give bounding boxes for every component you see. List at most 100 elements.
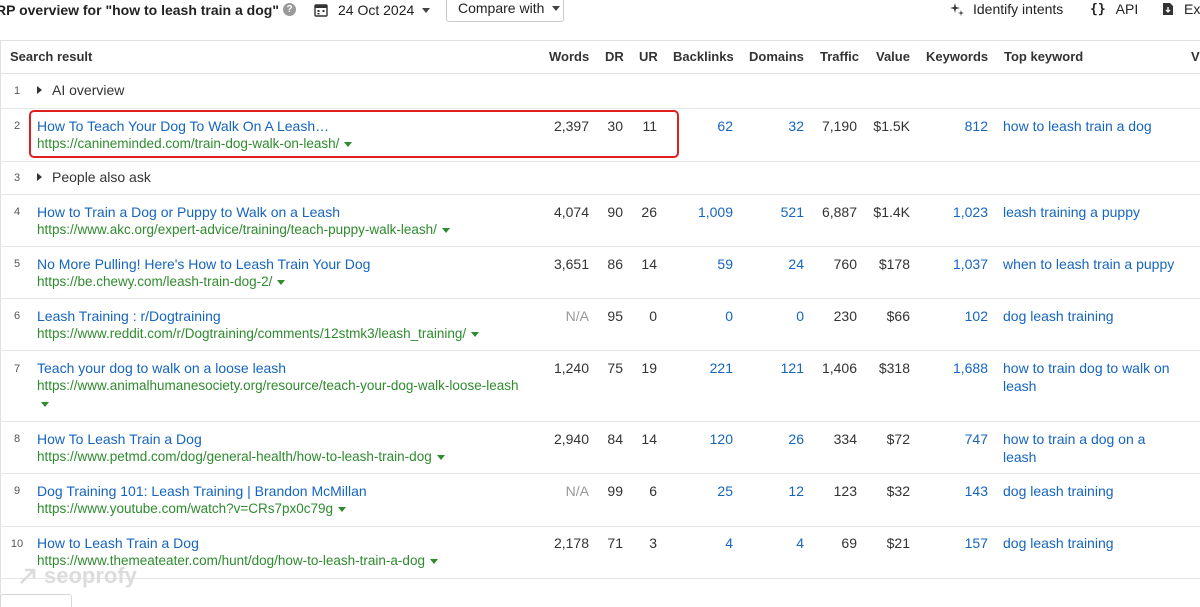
result-url-link[interactable]: https://www.reddit.com/r/Dogtraining/com… — [37, 325, 480, 343]
cell-words: N/A — [565, 308, 589, 324]
cell-keywords[interactable]: 747 — [965, 430, 988, 448]
cell-words: 2,940 — [553, 431, 589, 447]
chevron-down-icon[interactable] — [436, 454, 445, 460]
cell-dr: 95 — [607, 308, 623, 324]
help-icon[interactable]: ? — [283, 3, 296, 16]
divider — [0, 40, 1, 604]
cell-backlinks[interactable]: 4 — [725, 534, 733, 552]
expander-label: People also ask — [52, 169, 151, 185]
result-url-link[interactable]: https://www.animalhumanesociety.org/reso… — [37, 377, 537, 413]
cell-top-keyword[interactable]: dog leash training — [1003, 534, 1183, 552]
result-url-link[interactable]: https://www.petmd.com/dog/general-health… — [37, 448, 445, 466]
cell-value: $32 — [886, 483, 910, 499]
chevron-down-icon[interactable] — [277, 279, 286, 285]
cell-domains[interactable]: 12 — [788, 482, 804, 500]
cell-value: $66 — [886, 308, 910, 324]
header-backlinks[interactable]: Backlinks — [673, 49, 734, 64]
result-title-link[interactable]: How to Leash Train a Dog — [37, 534, 199, 552]
cell-traffic: 69 — [841, 535, 857, 551]
header-search-result[interactable]: Search result — [10, 49, 92, 64]
cell-keywords[interactable]: 1,688 — [953, 359, 988, 377]
cell-backlinks[interactable]: 59 — [717, 255, 733, 273]
cell-domains[interactable]: 24 — [788, 255, 804, 273]
api-button[interactable]: {} API — [1090, 1, 1138, 17]
watermark-text: seoprofy — [44, 563, 137, 588]
header-words[interactable]: Words — [549, 49, 589, 64]
result-url-link[interactable]: https://be.chewy.com/leash-train-dog-2/ — [37, 273, 286, 291]
chevron-down-icon[interactable] — [41, 401, 49, 407]
cell-backlinks[interactable]: 25 — [717, 482, 733, 500]
header-ur[interactable]: UR — [639, 49, 658, 64]
cell-top-keyword[interactable]: leash training a puppy — [1003, 203, 1183, 221]
cell-domains[interactable]: 521 — [781, 203, 804, 221]
chevron-down-icon[interactable] — [471, 331, 480, 337]
cell-domains[interactable]: 4 — [796, 534, 804, 552]
identify-intents-button[interactable]: Identify intents — [950, 1, 1063, 17]
chevron-down-icon[interactable] — [429, 558, 438, 564]
result-title-link[interactable]: How To Leash Train a Dog — [37, 430, 202, 448]
cell-value: $1.5K — [873, 118, 910, 134]
people-also-ask-expander[interactable]: People also ask — [37, 169, 151, 185]
cell-keywords[interactable]: 1,037 — [953, 255, 988, 273]
result-url-link[interactable]: https://www.akc.org/expert-advice/traini… — [37, 221, 450, 239]
chevron-down-icon[interactable] — [338, 506, 347, 512]
header-domains[interactable]: Domains — [749, 49, 804, 64]
url-text: https://www.youtube.com/watch?v=CRs7px0c… — [37, 501, 334, 516]
cell-ur: 6 — [649, 483, 657, 499]
result-title-link[interactable]: Teach your dog to walk on a loose leash — [37, 359, 286, 377]
date-picker[interactable]: 24 Oct 2024 — [314, 1, 431, 19]
divider — [0, 194, 1200, 195]
cell-traffic: 7,190 — [821, 118, 857, 134]
cell-keywords[interactable]: 143 — [965, 482, 988, 500]
cell-backlinks[interactable]: 221 — [710, 359, 733, 377]
cell-keywords[interactable]: 1,023 — [953, 203, 988, 221]
result-title-link[interactable]: Leash Training : r/Dogtraining — [37, 307, 221, 325]
bottom-tab[interactable] — [0, 594, 72, 607]
row-number: 5 — [13, 258, 21, 270]
divider — [0, 473, 1200, 474]
result-title-link[interactable]: Dog Training 101: Leash Training | Brand… — [37, 482, 367, 500]
chevron-down-icon[interactable] — [441, 227, 450, 233]
cell-keywords[interactable]: 157 — [965, 534, 988, 552]
cell-backlinks[interactable]: 120 — [710, 430, 733, 448]
result-title-link[interactable]: No More Pulling! Here's How to Leash Tra… — [37, 255, 370, 273]
cell-words: 3,651 — [553, 256, 589, 272]
header-keywords[interactable]: Keywords — [926, 49, 988, 64]
cell-backlinks[interactable]: 62 — [717, 117, 733, 135]
cell-words: 1,240 — [553, 360, 589, 376]
expander-label: AI overview — [52, 82, 125, 98]
cell-top-keyword[interactable]: dog leash training — [1003, 307, 1183, 325]
header-extra[interactable]: V — [1191, 49, 1200, 64]
cell-domains[interactable]: 121 — [781, 359, 804, 377]
result-title-link[interactable]: How to Train a Dog or Puppy to Walk on a… — [37, 203, 340, 221]
export-button[interactable]: Ex — [1162, 1, 1200, 17]
cell-backlinks[interactable]: 1,009 — [698, 203, 733, 221]
cell-dr: 84 — [607, 431, 623, 447]
ai-overview-expander[interactable]: AI overview — [37, 82, 124, 98]
cell-top-keyword[interactable]: how to leash train a dog — [1003, 117, 1183, 135]
cell-words: N/A — [565, 483, 589, 499]
compare-with-button[interactable]: Compare with — [446, 0, 564, 22]
header-top-keyword[interactable]: Top keyword — [1004, 49, 1083, 64]
header-traffic[interactable]: Traffic — [820, 49, 859, 64]
cell-domains[interactable]: 26 — [788, 430, 804, 448]
cell-top-keyword[interactable]: dog leash training — [1003, 482, 1183, 500]
cell-backlinks[interactable]: 0 — [725, 307, 733, 325]
cell-traffic: 123 — [833, 483, 857, 499]
row-number: 9 — [13, 485, 21, 497]
cell-domains[interactable]: 32 — [788, 117, 804, 135]
cell-keywords[interactable]: 102 — [965, 307, 988, 325]
header-dr[interactable]: DR — [605, 49, 624, 64]
cell-top-keyword[interactable]: how to train a dog on a leash — [1003, 430, 1163, 466]
cell-top-keyword[interactable]: how to train dog to walk on leash — [1003, 359, 1178, 395]
result-url-link[interactable]: https://www.youtube.com/watch?v=CRs7px0c… — [37, 500, 347, 518]
cell-ur: 26 — [641, 204, 657, 220]
cell-top-keyword[interactable]: when to leash train a puppy — [1003, 255, 1183, 273]
cell-keywords[interactable]: 812 — [965, 117, 988, 135]
divider — [0, 298, 1200, 299]
divider — [0, 161, 1200, 162]
header-value[interactable]: Value — [876, 49, 910, 64]
cell-domains[interactable]: 0 — [796, 307, 804, 325]
url-text: https://www.petmd.com/dog/general-health… — [37, 449, 432, 464]
cell-dr: 90 — [607, 204, 623, 220]
